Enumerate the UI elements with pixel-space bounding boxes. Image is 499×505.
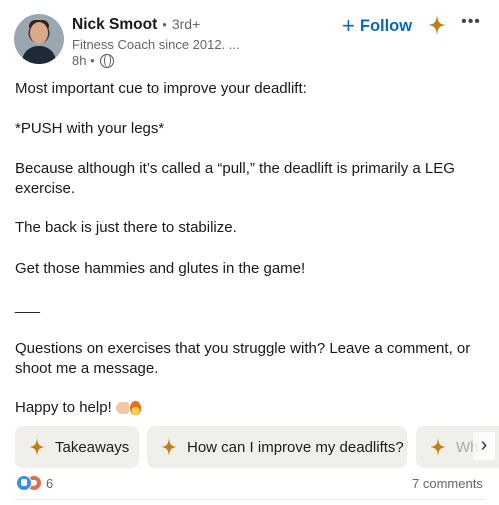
suggestion-chip[interactable]: How can I improve my deadlifts? <box>147 426 407 468</box>
suggested-questions: Takeaways How can I improve my deadlifts… <box>15 426 499 468</box>
comments-count-link[interactable]: 7 comments <box>412 476 483 491</box>
ai-spark-icon <box>430 438 446 456</box>
author-headline: Fitness Coach since 2012. ... <box>72 37 240 52</box>
post-text-line: Happy to help! <box>15 399 112 416</box>
connection-degree: 3rd+ <box>171 16 201 32</box>
post-text-closing: Happy to help! <box>15 398 141 418</box>
post-text-line: Get those hammies and glutes in the game… <box>15 260 306 277</box>
plus-icon: + <box>342 13 355 38</box>
post-text-line: *PUSH with your legs* <box>15 120 165 137</box>
chevron-right-icon[interactable]: › <box>473 432 495 460</box>
avatar-face <box>30 22 48 44</box>
feed-post: Nick Smoot • 3rd+ Fitness Coach since 20… <box>0 0 499 505</box>
reaction-count: 6 <box>46 475 54 491</box>
author-avatar[interactable] <box>14 14 64 64</box>
post-time: 8h • <box>72 53 95 68</box>
like-reaction-icon <box>16 475 32 491</box>
post-text-paragraph: Questions on exercises that you struggle… <box>15 340 471 377</box>
follow-label: Follow <box>359 16 413 35</box>
ai-spark-icon <box>29 438 45 456</box>
fire-icon <box>129 401 141 415</box>
globe-icon <box>99 53 114 68</box>
ai-spark-icon[interactable] <box>428 15 446 35</box>
post-meta: 8h • <box>72 53 114 68</box>
follow-button[interactable]: + Follow <box>342 14 412 38</box>
flexed-biceps-icon <box>115 402 129 414</box>
more-options-button[interactable]: ••• <box>460 14 482 36</box>
avatar-shirt <box>22 46 56 64</box>
author-name-row: Nick Smoot • 3rd+ <box>72 16 200 34</box>
author-name[interactable]: Nick Smoot <box>72 16 157 34</box>
post-text-paragraph: Because although it’s called a “pull,” t… <box>15 160 455 197</box>
post-text-divider: ___ <box>15 297 41 314</box>
reactions-summary[interactable]: 6 <box>16 475 53 491</box>
post-text-line: The back is just there to stabilize. <box>15 219 237 236</box>
post-text-line: Most important cue to improve your deadl… <box>15 80 307 97</box>
divider <box>15 499 485 500</box>
suggestion-label: Takeaways <box>55 438 130 456</box>
ai-spark-icon <box>161 438 177 456</box>
suggestion-label: How can I improve my deadlifts? <box>187 438 404 456</box>
name-separator: • <box>162 17 167 32</box>
suggestion-chip[interactable]: Takeaways <box>15 426 139 468</box>
